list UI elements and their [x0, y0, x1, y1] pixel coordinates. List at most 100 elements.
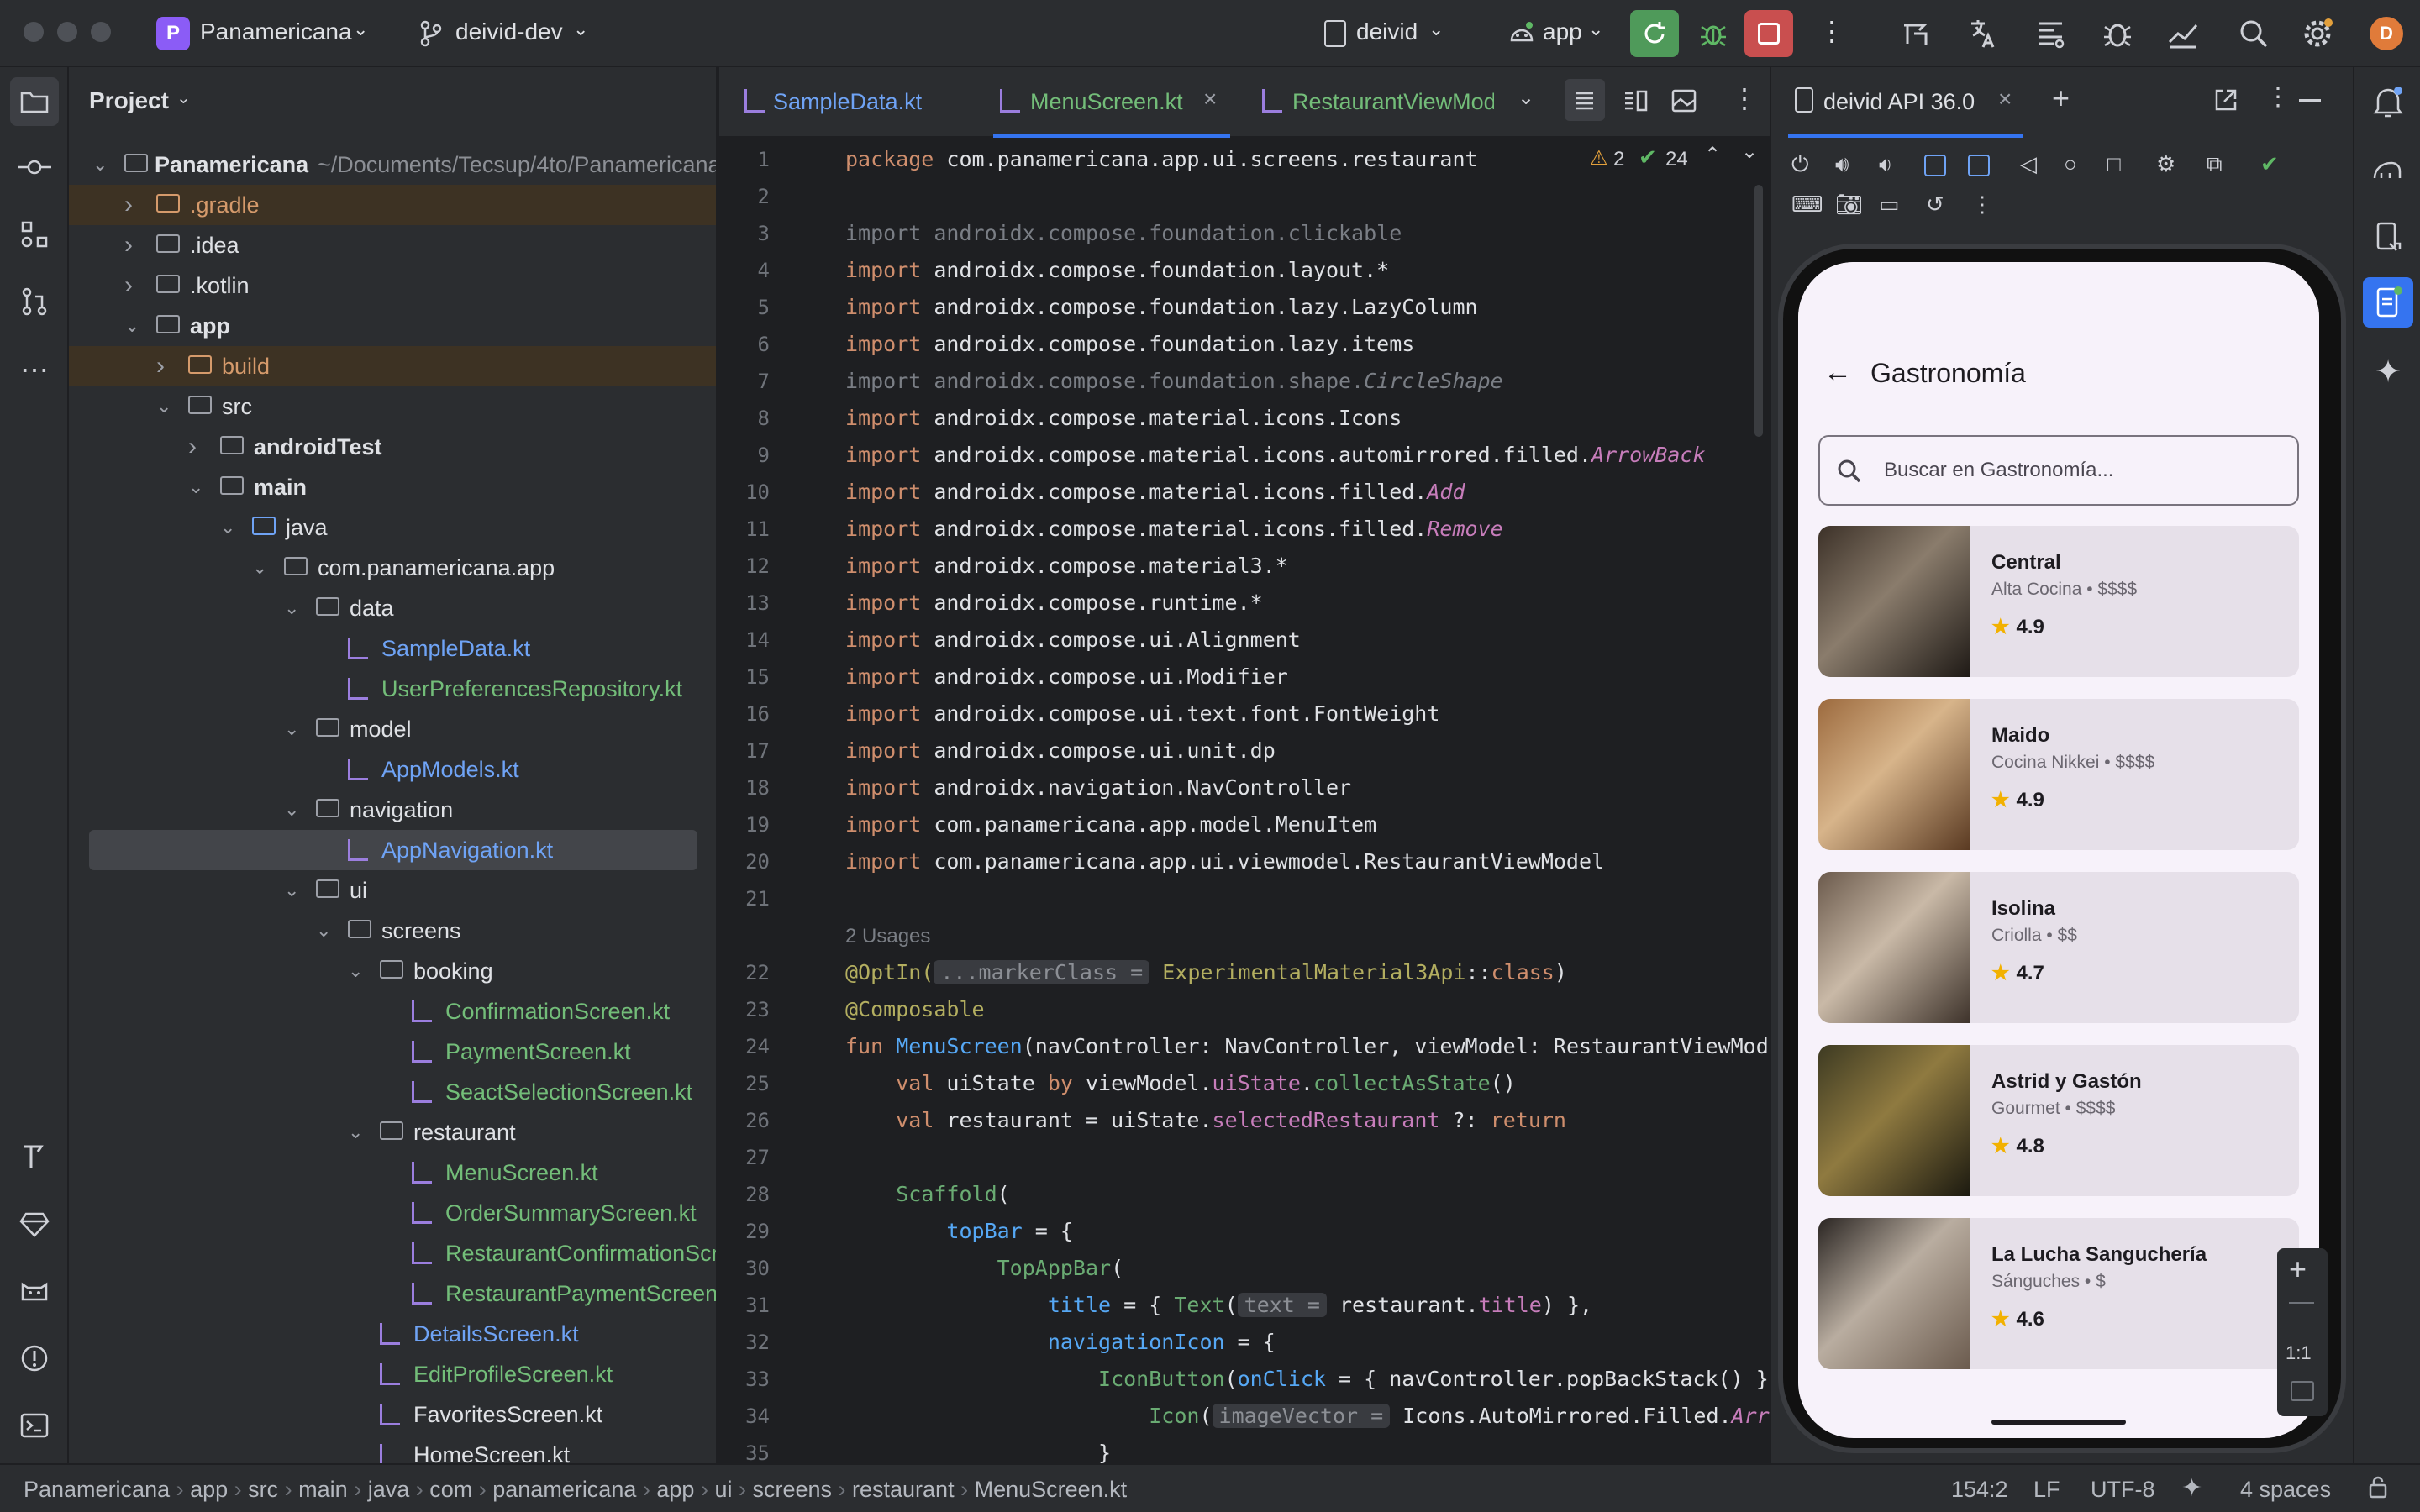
editor-scrollbar[interactable] [1754, 185, 1763, 437]
gemini-sparkle-icon[interactable]: ✦ [2370, 353, 2407, 390]
chevron-down-icon[interactable]: ⌄ [284, 870, 299, 911]
breadcrumb-item[interactable]: screens [752, 1477, 832, 1502]
code-line[interactable]: title = { Text(text = restaurant.title) … [845, 1287, 1592, 1324]
tree-item[interactable]: DetailsScreen.kt [69, 1314, 716, 1354]
device-tab[interactable]: deivid API 36.0 [1823, 89, 1975, 115]
tree-item[interactable]: HomeScreen.kt [69, 1435, 716, 1463]
more-options-icon[interactable]: ⋮ [2265, 82, 2291, 112]
minimize-window-button[interactable] [57, 22, 77, 42]
code-line[interactable]: import androidx.compose.foundation.shape… [845, 363, 1503, 400]
breadcrumb-item[interactable]: panamericana [492, 1477, 636, 1502]
logcat-tool-button[interactable] [15, 1272, 54, 1310]
design-view-button[interactable] [1665, 79, 1702, 121]
tree-item[interactable]: ⌄ booking [69, 951, 716, 991]
caret-position[interactable]: 154:2 [1951, 1477, 2008, 1503]
breadcrumb-item[interactable]: app [190, 1477, 228, 1502]
tree-root-row[interactable]: ⌄ Panamericana ~/Documents/Tecsup/4to/Pa… [69, 144, 716, 185]
check-icon[interactable]: ✔ [2260, 151, 2279, 177]
more-actions-icon[interactable]: ⋮ [1818, 15, 1845, 47]
more-tools-icon[interactable]: ⋯ [15, 351, 54, 390]
breadcrumb-item[interactable]: restaurant [852, 1477, 955, 1502]
code-line[interactable]: import androidx.compose.material.icons.a… [845, 437, 1706, 474]
gesture-handle[interactable] [1991, 1420, 2126, 1425]
chevron-down-icon[interactable]: ⌄ [124, 306, 139, 346]
code-line[interactable]: import androidx.compose.material.icons.f… [845, 511, 1503, 548]
camera-icon[interactable]: 📷︎ [1835, 192, 1863, 218]
chevron-down-icon[interactable]: ⌄ [284, 709, 299, 749]
code-line[interactable]: import com.panamericana.app.model.MenuIt… [845, 806, 1376, 843]
code-view-button[interactable] [1565, 79, 1605, 121]
project-avatar[interactable]: P [156, 17, 190, 50]
power-icon[interactable]: ⏻ [1791, 151, 1809, 178]
user-avatar[interactable]: D [2370, 17, 2403, 50]
restaurant-card[interactable]: Isolina Criolla • $$ ★ 4.7 [1818, 872, 2299, 1023]
restaurant-card[interactable]: La Lucha Sanguchería Sánguches • $ ★ 4.6 [1818, 1218, 2299, 1369]
code-line[interactable]: import androidx.compose.ui.Alignment [845, 622, 1301, 659]
gem-tool-button[interactable] [15, 1205, 54, 1243]
code-line[interactable]: } [845, 1435, 1111, 1463]
fit-screen-icon[interactable] [2291, 1381, 2314, 1401]
tree-item[interactable]: ⌄ model [69, 709, 716, 749]
tree-item[interactable]: › androidTest [69, 427, 716, 467]
tree-item[interactable]: › .kotlin [69, 265, 716, 306]
code-line[interactable]: import androidx.compose.foundation.lazy.… [845, 326, 1414, 363]
tree-item[interactable]: EditProfileScreen.kt [69, 1354, 716, 1394]
tab-restaurantviewmodel[interactable]: RestaurantViewModel.kt [1292, 89, 1494, 115]
code-line[interactable]: import androidx.compose.material3.* [845, 548, 1288, 585]
code-line[interactable]: @OptIn(...markerClass = ExperimentalMate… [845, 954, 1567, 991]
tree-item[interactable]: ⌄ com.panamericana.app [69, 548, 716, 588]
code-line[interactable]: IconButton(onClick = { navController.pop… [845, 1361, 1769, 1398]
code-line[interactable]: import androidx.compose.material.icons.I… [845, 400, 1402, 437]
tree-item[interactable]: ConfirmationScreen.kt [69, 991, 716, 1032]
debug-button[interactable] [1689, 10, 1738, 57]
code-line[interactable]: TopAppBar( [845, 1250, 1124, 1287]
tree-item[interactable]: › build [69, 346, 716, 386]
device-settings-icon[interactable]: ⚙ [2156, 151, 2175, 177]
more-options-icon[interactable]: ⋮ [1731, 82, 1758, 114]
tree-item[interactable]: SampleData.kt [69, 628, 716, 669]
chevron-down-icon[interactable]: ⌄ [573, 18, 588, 40]
phone-screen[interactable]: ← Gastronomía Buscar en Gastronomía... C… [1798, 262, 2319, 1438]
close-window-button[interactable] [24, 22, 44, 42]
open-external-icon[interactable] [2213, 87, 2238, 113]
run-config[interactable]: app [1543, 18, 1582, 45]
chevron-down-icon[interactable]: ⌄ [188, 467, 203, 507]
indent-setting[interactable]: 4 spaces [2240, 1477, 2331, 1503]
terminal-tool-button[interactable] [15, 1406, 54, 1445]
chevron-down-icon[interactable]: ⌄ [348, 951, 363, 991]
keyboard-icon[interactable]: ⌨ [1791, 192, 1823, 218]
tree-item[interactable]: UserPreferencesRepository.kt [69, 669, 716, 709]
chevron-down-icon[interactable]: ⌄ [284, 790, 299, 830]
project-panel-title[interactable]: Project [89, 87, 169, 114]
code-line[interactable]: Scaffold( [845, 1176, 1009, 1213]
problems-tool-button[interactable] [15, 1339, 54, 1378]
split-view-button[interactable] [1617, 79, 1654, 121]
rotate-left-icon[interactable] [1924, 155, 1946, 176]
search-icon[interactable] [2237, 17, 2270, 50]
chevron-right-icon[interactable]: › [156, 346, 165, 386]
code-line[interactable]: topBar = { [845, 1213, 1073, 1250]
restaurant-card[interactable]: Central Alta Cocina • $$$$ ★ 4.9 [1818, 526, 2299, 677]
notifications-button[interactable] [2370, 84, 2407, 121]
warnings-count[interactable]: 2 [1613, 148, 1624, 171]
breadcrumb-item[interactable]: java [368, 1477, 410, 1502]
translate-icon[interactable] [1966, 17, 2000, 50]
tree-item[interactable]: ⌄ main [69, 467, 716, 507]
tree-item[interactable]: SeactSelectionScreen.kt [69, 1072, 716, 1112]
screen-record-icon[interactable]: ⧉ [2207, 151, 2223, 178]
code-line[interactable]: import androidx.compose.ui.text.font.Fon… [845, 696, 1439, 732]
close-tab-icon[interactable]: × [1203, 86, 1217, 113]
chevron-down-icon[interactable]: ⌄ [1741, 139, 1758, 164]
chevron-up-icon[interactable]: ⌃ [1704, 143, 1721, 167]
back-arrow-icon[interactable]: ← [1823, 356, 1852, 389]
search-field[interactable]: Buscar en Gastronomía... [1818, 435, 2299, 506]
code-line[interactable]: package com.panamericana.app.ui.screens.… [845, 141, 1478, 178]
project-name[interactable]: Panamericana [200, 18, 352, 45]
volume-down-icon[interactable]: 🔉︎ [1879, 151, 1892, 178]
branch-name[interactable]: deivid-dev [455, 18, 563, 45]
code-line[interactable]: import androidx.navigation.NavController [845, 769, 1351, 806]
zoom-in-icon[interactable]: + [2289, 1252, 2307, 1287]
zoom-actual-size[interactable]: 1:1 [2286, 1342, 2312, 1364]
file-encoding[interactable]: UTF-8 [2091, 1477, 2155, 1503]
zoom-window-button[interactable] [91, 22, 111, 42]
